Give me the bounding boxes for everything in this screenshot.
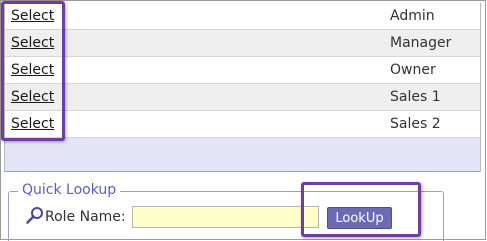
role-cell: Manager [390,35,452,51]
table-row: Select Sales 1 [5,84,480,111]
lookup-button[interactable]: LookUp [327,207,392,229]
role-selection-screen: Select Admin Select Manager Select Owner… [0,0,487,241]
table-row: Select Owner [5,57,480,84]
select-link-owner[interactable]: Select [11,62,54,78]
search-icon [25,206,45,226]
role-cell: Sales 2 [390,116,441,132]
role-cell: Admin [390,8,435,24]
role-cell: Owner [390,62,436,78]
table-row: Select Manager [5,30,480,57]
role-cell: Sales 1 [390,89,441,105]
role-name-label: Role Name: [45,209,126,225]
select-link-sales-1[interactable]: Select [11,89,54,105]
role-name-input[interactable] [132,206,319,228]
grid-footer [5,138,480,172]
roles-grid: Select Admin Select Manager Select Owner… [4,3,481,172]
select-link-manager[interactable]: Select [11,35,54,51]
table-row: Select Sales 2 [5,111,480,138]
table-row: Select Admin [5,3,480,30]
quick-lookup-legend: Quick Lookup [18,182,121,198]
select-link-admin[interactable]: Select [11,8,54,24]
select-link-sales-2[interactable]: Select [11,116,54,132]
